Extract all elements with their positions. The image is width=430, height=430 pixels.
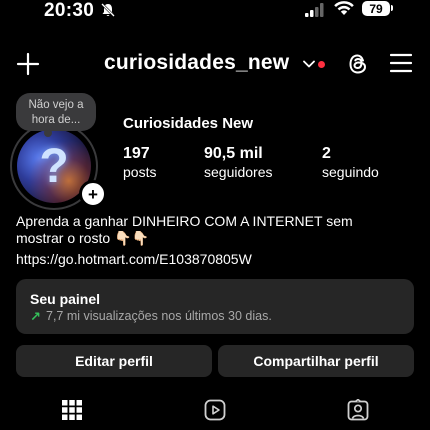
chevron-down-icon[interactable] (303, 60, 315, 68)
dashboard-title: Seu painel (30, 291, 101, 307)
plus-icon[interactable] (16, 52, 40, 76)
share-profile-button[interactable]: Compartilhar perfil (218, 345, 414, 377)
note-bubble-tail (44, 129, 52, 137)
display-name: Curiosidades New (123, 115, 254, 132)
battery-indicator: 79 (362, 1, 390, 16)
bio-line-1: Aprenda a ganhar DINHEIRO COM A INTERNET… (16, 213, 353, 229)
posts-count[interactable]: 197 (123, 145, 150, 163)
tagged-icon[interactable] (347, 399, 369, 421)
status-time: 20:30 (44, 0, 95, 21)
posts-label[interactable]: posts (123, 164, 156, 180)
bio-link[interactable]: https://go.hotmart.com/E103870805W (16, 251, 252, 267)
add-story-button[interactable]: + (79, 180, 107, 208)
battery-tip (391, 5, 393, 11)
notification-dot (318, 61, 325, 68)
reels-icon[interactable] (204, 399, 226, 421)
grid-icon[interactable] (61, 399, 83, 421)
bio: Aprenda a ganhar DINHEIRO COM A INTERNET… (16, 213, 416, 247)
followers-count[interactable]: 90,5 mil (204, 145, 263, 163)
threads-icon[interactable] (346, 52, 370, 76)
signal-icon (305, 3, 324, 17)
following-label[interactable]: seguindo (322, 164, 379, 180)
menu-icon[interactable] (390, 53, 412, 73)
bell-slash-icon (101, 3, 115, 17)
trend-up-icon: ↗ (30, 309, 41, 324)
following-count[interactable]: 2 (322, 145, 331, 163)
profile-username[interactable]: curiosidades_new (104, 51, 289, 75)
edit-profile-button[interactable]: Editar perfil (16, 345, 212, 377)
followers-label[interactable]: seguidores (204, 164, 273, 180)
dashboard-subtitle: 7,7 mi visualizações nos últimos 30 dias… (46, 309, 272, 323)
note-bubble[interactable]: Não vejo a hora de... (16, 93, 96, 131)
bio-line-2: mostrar o rosto 👇🏻👇🏻 (16, 230, 149, 246)
wifi-icon (334, 1, 354, 15)
